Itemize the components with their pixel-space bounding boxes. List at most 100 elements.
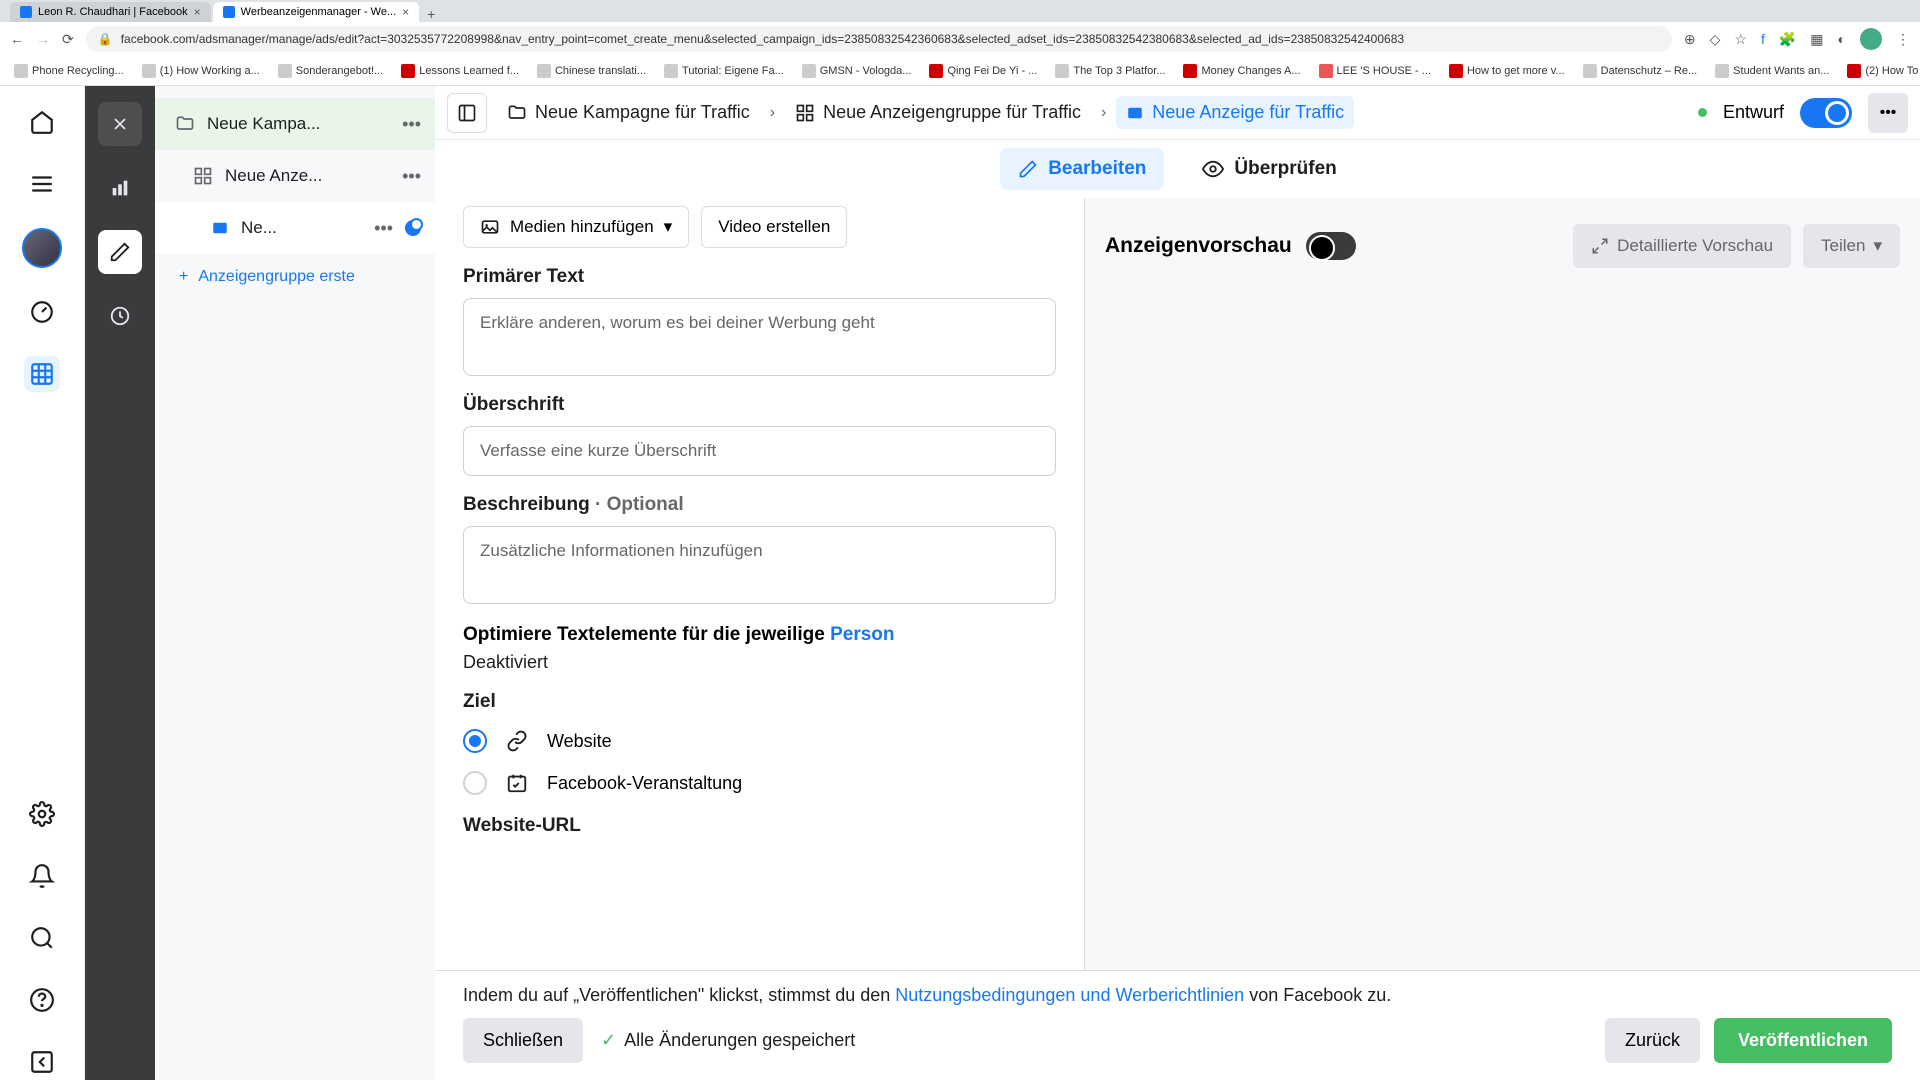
close-button[interactable]: Schließen xyxy=(463,1018,583,1063)
grid-icon[interactable] xyxy=(24,356,60,392)
collapse-icon[interactable] xyxy=(24,1044,60,1080)
search-icon[interactable]: ⊕ xyxy=(1684,31,1696,48)
radio-button[interactable] xyxy=(463,771,487,795)
grid-icon xyxy=(795,103,815,123)
description-input[interactable]: Zusätzliche Informationen hinzufügen xyxy=(463,526,1056,604)
menu-icon[interactable]: ⋮ xyxy=(1896,31,1910,48)
new-tab-button[interactable]: + xyxy=(421,6,441,22)
bookmark-item[interactable]: Tutorial: Eigene Fa... xyxy=(664,64,784,78)
bookmark-item[interactable]: How to get more v... xyxy=(1449,64,1565,78)
extension-icon[interactable]: ▦ xyxy=(1810,31,1823,48)
header-actions: Entwurf ••• xyxy=(1698,93,1908,133)
bookmark-item[interactable]: GMSN - Vologda... xyxy=(802,64,912,78)
pencil-icon[interactable] xyxy=(98,230,142,274)
star-icon[interactable]: ☆ xyxy=(1734,31,1747,48)
bell-icon[interactable] xyxy=(24,858,60,894)
clock-icon[interactable] xyxy=(98,294,142,338)
search-icon[interactable] xyxy=(24,920,60,956)
home-icon[interactable] xyxy=(24,104,60,140)
bookmark-item[interactable]: (2) How To Add A... xyxy=(1847,64,1920,78)
bookmark-item[interactable]: Phone Recycling... xyxy=(14,64,124,78)
breadcrumb-campaign[interactable]: Neue Kampagne für Traffic xyxy=(497,96,760,129)
extension-icon[interactable]: ◐ xyxy=(1838,31,1846,47)
browser-tab[interactable]: Leon R. Chaudhari | Facebook × xyxy=(10,2,211,22)
address-bar: ← → ⟳ 🔒 facebook.com/adsmanager/manage/a… xyxy=(0,22,1920,56)
tab-title: Leon R. Chaudhari | Facebook xyxy=(38,6,188,18)
url-input[interactable]: 🔒 facebook.com/adsmanager/manage/ads/edi… xyxy=(86,26,1672,52)
preview-title: Anzeigenvorschau xyxy=(1105,234,1292,258)
forward-icon[interactable]: → xyxy=(36,31,50,47)
option-label: Website xyxy=(547,731,612,752)
active-toggle[interactable] xyxy=(1800,98,1852,128)
close-button[interactable] xyxy=(98,102,142,146)
extension-icon[interactable]: 🧩 xyxy=(1779,31,1796,48)
gauge-icon[interactable] xyxy=(24,294,60,330)
description-label: Beschreibung · Optional xyxy=(463,494,1056,516)
left-rail xyxy=(0,86,85,1080)
bookmark-item[interactable]: Qing Fei De Yi - ... xyxy=(929,64,1037,78)
gear-icon[interactable] xyxy=(24,796,60,832)
detailed-preview-button[interactable]: Detaillierte Vorschau xyxy=(1573,224,1791,268)
publish-button[interactable]: Veröffentlichen xyxy=(1714,1018,1892,1063)
folder-icon xyxy=(507,103,527,123)
extension-icon[interactable]: f xyxy=(1761,31,1765,47)
avatar[interactable] xyxy=(22,228,62,268)
avatar-icon[interactable] xyxy=(1860,28,1882,50)
facebook-favicon xyxy=(20,6,32,18)
status-dot-icon xyxy=(1698,108,1707,117)
bookmark-item[interactable]: (1) How Working a... xyxy=(142,64,260,78)
preview-toggle[interactable] xyxy=(1306,232,1356,260)
radio-button[interactable] xyxy=(463,729,487,753)
chart-icon[interactable] xyxy=(98,166,142,210)
bookmark-item[interactable]: Datenschutz – Re... xyxy=(1583,64,1698,78)
create-video-button[interactable]: Video erstellen xyxy=(701,206,847,248)
tab-edit[interactable]: Bearbeiten xyxy=(1000,148,1164,190)
campaign-tree: Neue Kampa... ••• Neue Anze... ••• Ne...… xyxy=(155,86,435,1080)
menu-icon[interactable] xyxy=(24,166,60,202)
more-icon[interactable]: ••• xyxy=(402,114,421,135)
help-icon[interactable] xyxy=(24,982,60,1018)
bookmark-item[interactable]: Lessons Learned f... xyxy=(401,64,519,78)
tree-campaign[interactable]: Neue Kampa... ••• xyxy=(155,98,435,150)
bookmark-item[interactable]: Chinese translati... xyxy=(537,64,646,78)
close-icon[interactable]: × xyxy=(194,5,201,19)
button-label: Medien hinzufügen xyxy=(510,217,654,237)
share-icon[interactable]: ◇ xyxy=(1710,31,1721,48)
button-label: Video erstellen xyxy=(718,217,830,237)
tree-adset[interactable]: Neue Anze... ••• xyxy=(155,150,435,202)
close-icon[interactable]: × xyxy=(402,5,409,19)
back-button[interactable]: Zurück xyxy=(1605,1018,1700,1063)
bookmark-item[interactable]: Sonderangebot!... xyxy=(278,64,383,78)
more-button[interactable]: ••• xyxy=(1868,93,1908,133)
status-label: Entwurf xyxy=(1723,102,1784,123)
primary-text-input[interactable]: Erkläre anderen, worum es bei deiner Wer… xyxy=(463,298,1056,376)
bookmark-item[interactable]: Student Wants an... xyxy=(1715,64,1829,78)
link-icon xyxy=(503,727,531,755)
eye-icon xyxy=(1202,158,1224,180)
bookmark-item[interactable]: Money Changes A... xyxy=(1183,64,1300,78)
check-icon: ✓ xyxy=(601,1030,616,1051)
back-icon[interactable]: ← xyxy=(10,31,24,47)
bookmark-item[interactable]: LEE 'S HOUSE - ... xyxy=(1319,64,1431,78)
reload-icon[interactable]: ⟳ xyxy=(62,31,74,48)
add-media-button[interactable]: Medien hinzufügen ▾ xyxy=(463,206,689,248)
bookmark-item[interactable]: The Top 3 Platfor... xyxy=(1055,64,1165,78)
tree-ad[interactable]: Ne... ••• xyxy=(155,202,435,254)
tab-review[interactable]: Überprüfen xyxy=(1184,148,1354,190)
tab-strip: Leon R. Chaudhari | Facebook × Werbeanze… xyxy=(0,0,1920,22)
more-icon[interactable]: ••• xyxy=(402,166,421,187)
person-link[interactable]: Person xyxy=(830,624,894,645)
chevron-right-icon: › xyxy=(770,104,775,122)
add-adset-button[interactable]: + Anzeigengruppe erste xyxy=(155,254,435,300)
ziel-event-option[interactable]: Facebook-Veranstaltung xyxy=(463,769,1056,797)
headline-input[interactable]: Verfasse eine kurze Überschrift xyxy=(463,426,1056,476)
share-button[interactable]: Teilen ▾ xyxy=(1803,224,1900,268)
breadcrumb-ad[interactable]: Neue Anzeige für Traffic xyxy=(1116,96,1354,129)
browser-tab-active[interactable]: Werbeanzeigenmanager - We... × xyxy=(213,2,420,22)
more-icon[interactable]: ••• xyxy=(374,218,393,239)
terms-link[interactable]: Nutzungsbedingungen und Werberichtlinien xyxy=(895,985,1244,1005)
ziel-website-option[interactable]: Website xyxy=(463,727,1056,755)
terms-text: Indem du auf „Veröffentlichen" klickst, … xyxy=(463,985,1892,1006)
panel-toggle-button[interactable] xyxy=(447,93,487,133)
breadcrumb-adset[interactable]: Neue Anzeigengruppe für Traffic xyxy=(785,96,1091,129)
